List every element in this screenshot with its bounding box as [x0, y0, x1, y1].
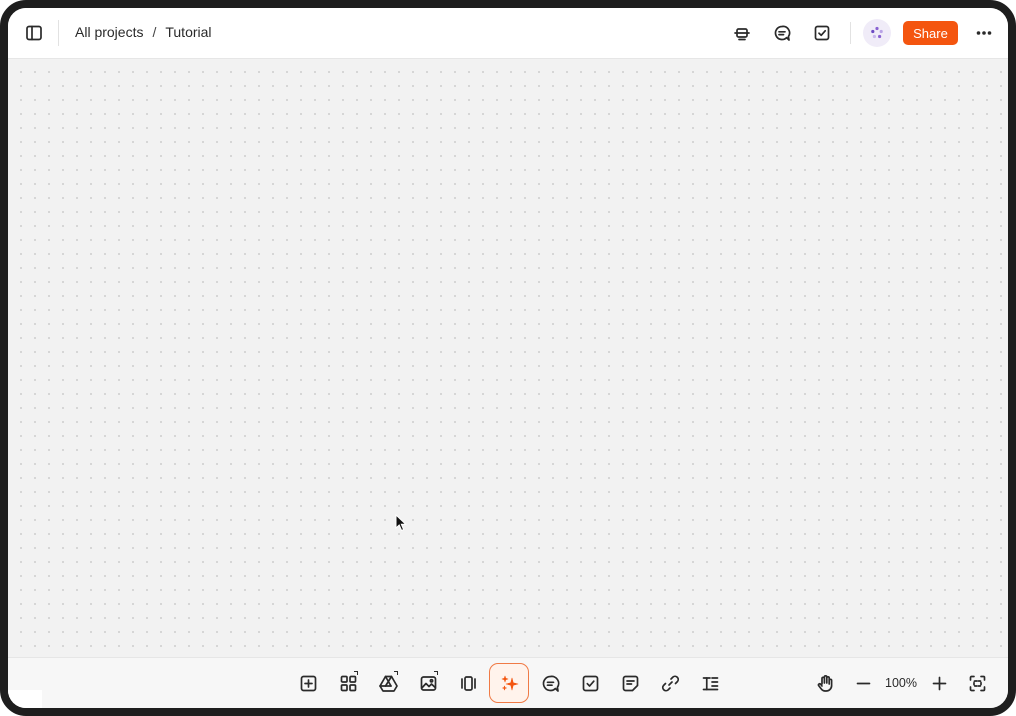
- fit-to-screen-icon[interactable]: [958, 663, 996, 703]
- image-icon[interactable]: [408, 663, 448, 703]
- more-options-icon[interactable]: [970, 19, 998, 47]
- status-chip: [8, 690, 42, 708]
- text-format-icon[interactable]: [690, 663, 730, 703]
- mouse-cursor-icon: [395, 513, 407, 537]
- ai-sparkle-icon[interactable]: [489, 663, 529, 703]
- header-divider: [58, 20, 59, 46]
- submenu-indicator-icon: [434, 671, 438, 675]
- zoom-level[interactable]: 100%: [882, 676, 920, 690]
- top-bar: All projects / Tutorial Share: [8, 8, 1008, 59]
- bottom-toolbar: 100%: [8, 657, 1008, 708]
- task-checkbox-icon[interactable]: [570, 663, 610, 703]
- share-button[interactable]: Share: [903, 21, 958, 45]
- zoom-out-icon[interactable]: [844, 663, 882, 703]
- tasks-icon[interactable]: [808, 19, 836, 47]
- insert-tools: [288, 663, 730, 703]
- breadcrumb-parent-link[interactable]: All projects: [75, 24, 143, 40]
- carousel-icon[interactable]: [448, 663, 488, 703]
- hand-pan-icon[interactable]: [806, 663, 844, 703]
- comments-icon[interactable]: [768, 19, 796, 47]
- breadcrumb-current[interactable]: Tutorial: [165, 24, 211, 40]
- whiteboard-canvas[interactable]: [8, 59, 1008, 658]
- link-icon[interactable]: [650, 663, 690, 703]
- submenu-indicator-icon: [394, 671, 398, 675]
- header-actions: Share: [716, 19, 998, 47]
- comment-icon[interactable]: [530, 663, 570, 703]
- view-controls: 100%: [806, 663, 996, 703]
- add-frame-icon[interactable]: [288, 663, 328, 703]
- note-icon[interactable]: [610, 663, 650, 703]
- collaborators-avatar-icon[interactable]: [863, 19, 891, 47]
- apps-grid-icon[interactable]: [328, 663, 368, 703]
- sidebar-toggle-icon[interactable]: [20, 19, 48, 47]
- breadcrumb: All projects / Tutorial: [75, 24, 212, 40]
- header-divider-right: [850, 22, 851, 44]
- breadcrumb-separator: /: [152, 24, 157, 40]
- present-icon[interactable]: [728, 19, 756, 47]
- app-window: All projects / Tutorial Share 100%: [0, 0, 1016, 716]
- google-drive-icon[interactable]: [368, 663, 408, 703]
- submenu-indicator-icon: [354, 671, 358, 675]
- zoom-in-icon[interactable]: [920, 663, 958, 703]
